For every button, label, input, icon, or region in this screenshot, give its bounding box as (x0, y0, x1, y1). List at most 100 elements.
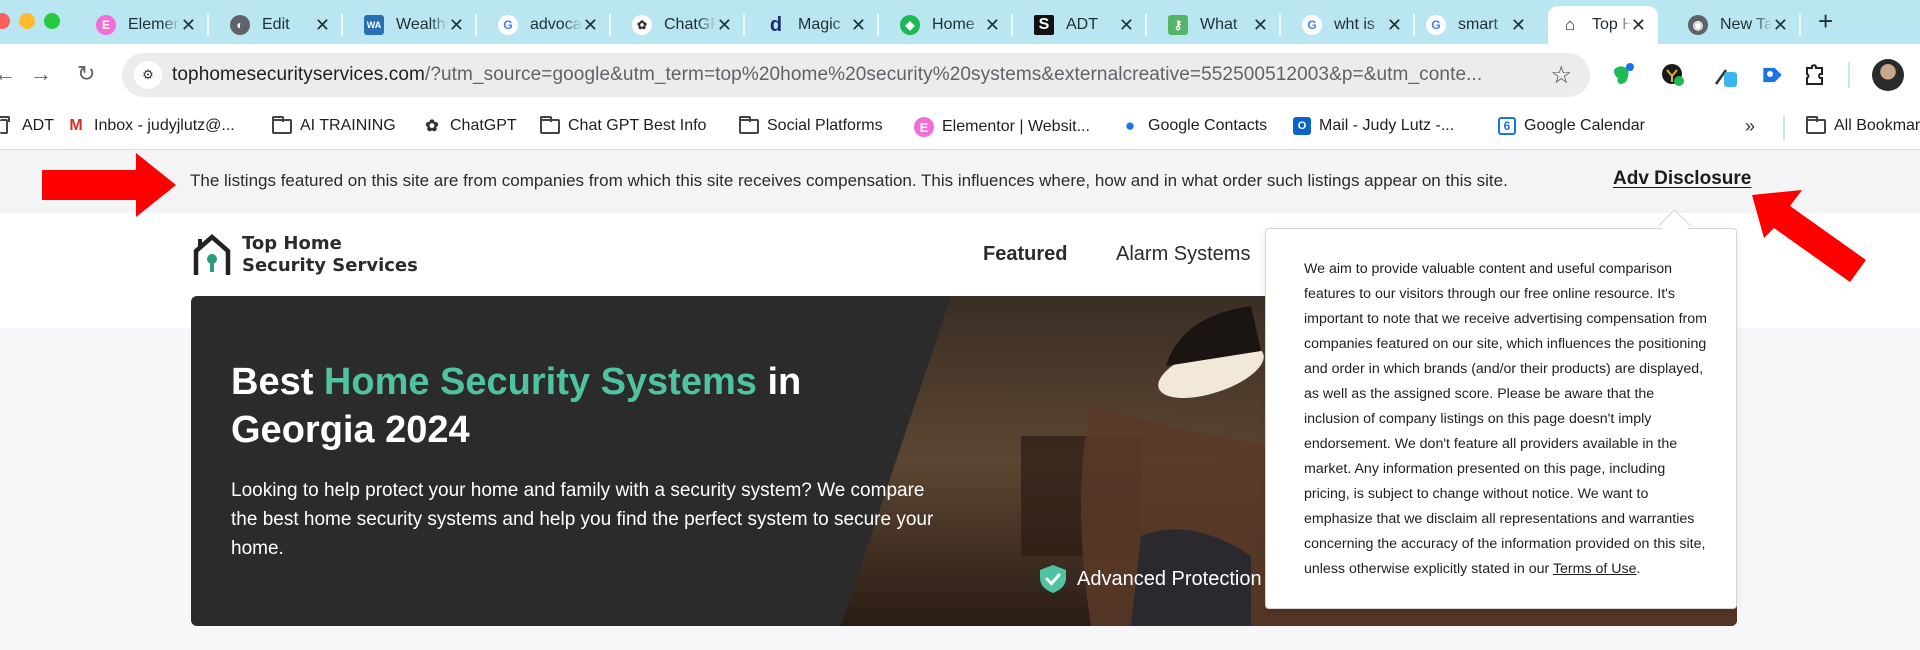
nav-alarm-systems[interactable]: Alarm Systems (1116, 243, 1250, 266)
close-tab-icon[interactable]: ✕ (717, 15, 732, 36)
bookmark-google-calendar[interactable]: 6 Google Calendar (1498, 117, 1645, 135)
tab-wht-is[interactable]: G wht is ✕ (1290, 6, 1415, 44)
tab-strip: E Elementor ✕ ◐ Edit ✕ WA Wealthy Affili… (0, 0, 1920, 44)
folder-icon (739, 115, 759, 135)
terms-of-use-link[interactable]: Terms of Use (1553, 561, 1637, 577)
tab-label: advocate (530, 16, 582, 33)
close-tab-icon[interactable]: ✕ (1511, 15, 1526, 36)
bookmark-social-platforms[interactable]: Social Platforms (739, 115, 883, 135)
tab-wealthy-affiliate[interactable]: WA Wealthy Affiliate ✕ (352, 6, 477, 44)
bookmark-star-icon[interactable]: ☆ (1550, 61, 1572, 90)
close-tab-icon[interactable]: ✕ (985, 15, 1000, 36)
close-tab-icon[interactable]: ✕ (1253, 15, 1268, 36)
tab-adt[interactable]: S ADT ✕ (1022, 6, 1147, 44)
elementor-icon: E (96, 15, 116, 35)
hero-subtitle: Looking to help protect your home and fa… (231, 480, 934, 559)
tab-magic[interactable]: d Magic ✕ (754, 6, 879, 44)
logo-text: Top Home Security Services (242, 233, 418, 276)
bookmark-inbox[interactable]: M Inbox - judyjlutz@... (66, 117, 234, 135)
tab-edit[interactable]: ◐ Edit ✕ (218, 6, 343, 44)
tab-chatgpt[interactable]: ✿ ChatGPT ✕ (620, 6, 745, 44)
openai-icon: ✿ (425, 118, 439, 135)
bookmark-ai-training[interactable]: AI TRAINING (272, 115, 396, 135)
evernote-icon: ◆ (900, 15, 920, 35)
back-icon[interactable]: ← (0, 61, 16, 87)
bookmark-mail[interactable]: O Mail - Judy Lutz -... (1293, 117, 1454, 135)
contacts-icon: ● (1124, 116, 1136, 135)
tab-smart[interactable]: G smart ✕ (1414, 6, 1538, 44)
bookmarks-overflow-button[interactable]: » (1745, 116, 1755, 137)
tab-label: Magic (798, 16, 841, 33)
site-logo[interactable]: Top Home Security Services (192, 233, 418, 277)
tab-label: Elementor (128, 16, 180, 33)
color-picker-extension-icon[interactable] (1712, 62, 1738, 88)
adv-disclosure-link[interactable]: Adv Disclosure (1613, 168, 1751, 190)
annotation-arrow-up-left-icon (1752, 190, 1866, 282)
nav-featured[interactable]: Featured (983, 243, 1067, 266)
tab-label: Home (932, 16, 975, 33)
tab-what[interactable]: ⚷ What ✕ (1156, 6, 1281, 44)
openai-icon: ✿ (632, 15, 652, 35)
close-tab-icon[interactable]: ✕ (449, 15, 464, 36)
elementor-icon: E (914, 117, 934, 137)
close-tab-icon[interactable]: ✕ (315, 15, 330, 36)
house-keyhole-icon (193, 234, 231, 275)
chrome-icon: ◉ (1688, 15, 1708, 35)
close-tab-icon[interactable]: ✕ (1387, 15, 1402, 36)
close-tab-icon[interactable]: ✕ (1631, 15, 1646, 36)
bookmark-google-contacts[interactable]: ● Google Contacts (1120, 116, 1267, 135)
disclosure-text: The listings featured on this site are f… (190, 171, 1508, 190)
tab-elementor[interactable]: E Elementor ✕ (84, 6, 209, 44)
tag-extension-icon[interactable] (1756, 62, 1782, 88)
tab-label: wht is (1334, 16, 1375, 33)
close-tab-icon[interactable]: ✕ (583, 15, 598, 36)
hero-title: Best Home Security Systems in Georgia 20… (231, 361, 802, 451)
disclosure-banner: The listings featured on this site are f… (0, 151, 1920, 213)
window-zoom-button[interactable] (44, 13, 60, 29)
gmail-icon: M (69, 117, 83, 134)
window-close-button[interactable] (0, 13, 10, 29)
tab-home[interactable]: ◆ Home ✕ (888, 6, 1013, 44)
bookmark-chatgpt[interactable]: ✿ ChatGPT (422, 117, 516, 135)
adv-disclosure-popover: We aim to provide valuable content and u… (1265, 228, 1737, 609)
key-badge-icon: ⚷ (1168, 15, 1188, 35)
keeper-extension-icon[interactable] (1660, 62, 1686, 88)
close-tab-icon[interactable]: ✕ (1119, 15, 1134, 36)
outlook-icon: O (1293, 117, 1311, 135)
site-settings-icon[interactable]: ⚙ (134, 61, 162, 89)
bookmark-adt[interactable]: ADT (0, 115, 54, 135)
annotation-arrow-right-icon (42, 153, 176, 217)
bookmark-elementor[interactable]: E Elementor | Websit... (914, 117, 1090, 137)
evernote-extension-icon[interactable] (1610, 62, 1636, 88)
profile-avatar[interactable] (1872, 59, 1904, 91)
tab-top-home-active[interactable]: ⌂ Top Home ✕ (1548, 6, 1658, 44)
tab-new-tab[interactable]: ◉ New Tab ✕ (1676, 6, 1801, 44)
extensions-puzzle-icon[interactable] (1802, 62, 1828, 88)
house-key-icon: ⌂ (1564, 15, 1576, 34)
bookmark-chat-gpt-best-info[interactable]: Chat GPT Best Info (540, 115, 706, 135)
reload-icon[interactable]: ↻ (77, 61, 95, 87)
new-tab-button[interactable]: + (1818, 6, 1833, 37)
folder-icon (540, 115, 560, 135)
all-bookmarks[interactable]: All Bookmarks (1806, 115, 1920, 135)
close-tab-icon[interactable]: ✕ (851, 15, 866, 36)
window-minimize-button[interactable] (19, 13, 35, 29)
shield-check-icon (1040, 565, 1066, 593)
wealthy-affiliate-icon: WA (364, 15, 384, 35)
address-bar[interactable]: ⚙ tophomesecurityservices.com/?utm_sourc… (122, 53, 1590, 97)
tab-advocate[interactable]: G advocate ✕ (486, 6, 611, 44)
close-tab-icon[interactable]: ✕ (1773, 15, 1788, 36)
tab-label: Wealthy Affiliate (396, 16, 448, 33)
s-logo-icon: S (1034, 15, 1054, 35)
close-tab-icon[interactable]: ✕ (181, 15, 196, 36)
url-text[interactable]: tophomesecurityservices.com/?utm_source=… (172, 64, 1482, 86)
tab-label: New Tab (1720, 16, 1772, 33)
tab-label: ADT (1066, 16, 1098, 33)
calendar-icon: 6 (1498, 117, 1516, 135)
browser-toolbar: ← → ↻ ⚙ tophomesecurityservices.com/?utm… (0, 44, 1920, 106)
tab-label: What (1200, 16, 1238, 33)
tab-label: ChatGPT (664, 16, 716, 33)
forward-icon[interactable]: → (30, 61, 52, 87)
tab-label: smart (1458, 16, 1498, 33)
tab-label: Edit (262, 16, 290, 33)
